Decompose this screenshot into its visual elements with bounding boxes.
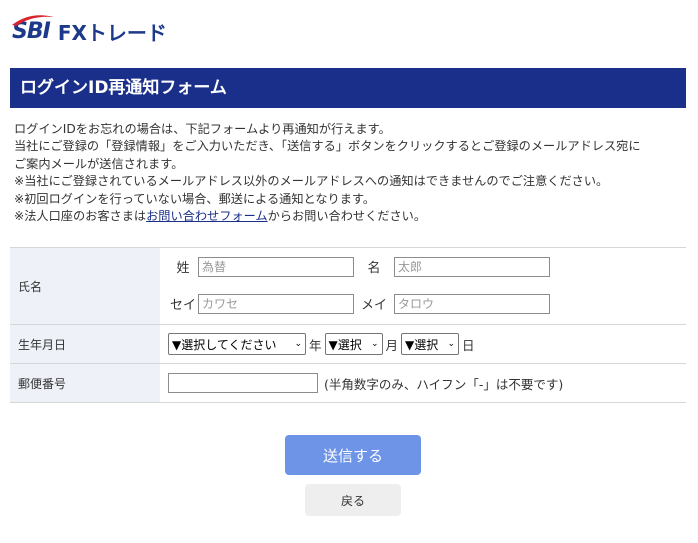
form-row-postal: 郵便番号 (半角数字のみ、ハイフン「-」は不要です) <box>10 364 686 403</box>
day-unit: 日 <box>462 337 475 353</box>
birth-year-select[interactable]: ▼選択してください ⌄ <box>168 333 306 355</box>
sei-label: 姓 <box>176 261 190 276</box>
birth-month-select[interactable]: ▼選択 ⌄ <box>324 333 383 355</box>
name-fields: 姓 名 セイ メイ <box>160 248 686 324</box>
logo-brand: SBI <box>12 14 54 44</box>
form-row-birthday: 生年月日 ▼選択してください ⌄ 年 ▼選択 ⌄ 月 ▼選択 ⌄ 日 <box>10 325 686 364</box>
sei-kana-label: セイ <box>169 298 196 313</box>
name-kanji-line: 姓 名 <box>168 248 686 285</box>
intro-line-suffix: からお問い合わせください。 <box>267 209 427 224</box>
sei-kana-input[interactable] <box>198 293 354 314</box>
name-kana-line: セイ メイ <box>168 285 686 322</box>
birth-day-value: ▼選択 <box>405 337 439 352</box>
login-id-form: 氏名 姓 名 セイ メイ 生年月日 ▼選択してください ⌄ 年 ▼選択 ⌄ 月 ▼選… <box>10 247 686 403</box>
chevron-down-icon: ⌄ <box>447 339 456 349</box>
birth-year-value: ▼選択してください <box>172 337 277 352</box>
submit-button[interactable]: 送信する <box>285 435 421 475</box>
contact-form-link[interactable]: お問い合わせフォーム <box>146 209 268 223</box>
intro-line: ログインIDをお忘れの場合は、下記フォームより再通知が行えます。 <box>14 122 391 136</box>
mei-label: 名 <box>367 261 381 276</box>
chevron-down-icon: ⌄ <box>294 339 302 349</box>
mei-kana-input[interactable] <box>394 293 550 314</box>
intro-line: ※法人口座のお客さまはお問い合わせフォームからお問い合わせください。 <box>14 208 686 225</box>
postal-code-input[interactable] <box>168 373 318 393</box>
intro-line-prefix: ※法人口座のお客さまは <box>14 209 147 224</box>
intro-line: 当社にご登録の「登録情報」をご入力いただき、「送信する」ボタンをクリックするとご… <box>14 139 641 154</box>
form-row-name: 氏名 姓 名 セイ メイ <box>10 247 686 325</box>
birthday-label: 生年月日 <box>10 325 160 363</box>
page-title: ログインID再通知フォーム <box>10 68 686 108</box>
intro-line: ※当社にご登録されているメールアドレス以外のメールアドレスへの通知はできませんの… <box>14 174 609 189</box>
postal-note: (半角数字のみ、ハイフン「-」は不要です) <box>324 376 564 392</box>
postal-fields: (半角数字のみ、ハイフン「-」は不要です) <box>160 364 686 402</box>
sbi-fx-logo: SBI FXトレード <box>12 14 167 48</box>
back-button[interactable]: 戻る <box>305 484 401 516</box>
logo-product: FXトレード <box>57 20 167 45</box>
birth-day-select[interactable]: ▼選択 ⌄ <box>401 333 460 355</box>
intro-line: ご案内メールが送信されます。 <box>14 156 184 171</box>
month-unit: 月 <box>385 337 399 353</box>
birth-month-value: ▼選択 <box>328 337 362 352</box>
birthday-fields: ▼選択してください ⌄ 年 ▼選択 ⌄ 月 ▼選択 ⌄ 日 <box>160 325 686 363</box>
mei-input[interactable] <box>394 256 550 277</box>
logo-swoosh-icon <box>12 14 54 26</box>
intro-line: ※初回ログインを行っていない場合、郵送による通知となります。 <box>14 191 376 206</box>
mei-kana-label: メイ <box>360 298 387 313</box>
year-unit: 年 <box>309 337 322 353</box>
postal-label: 郵便番号 <box>10 364 160 402</box>
sei-input[interactable] <box>198 256 354 277</box>
name-label: 氏名 <box>10 248 160 324</box>
chevron-down-icon: ⌄ <box>370 339 379 349</box>
intro-text: ログインIDをお忘れの場合は、下記フォームより再通知が行えます。 当社にご登録の… <box>14 121 686 225</box>
